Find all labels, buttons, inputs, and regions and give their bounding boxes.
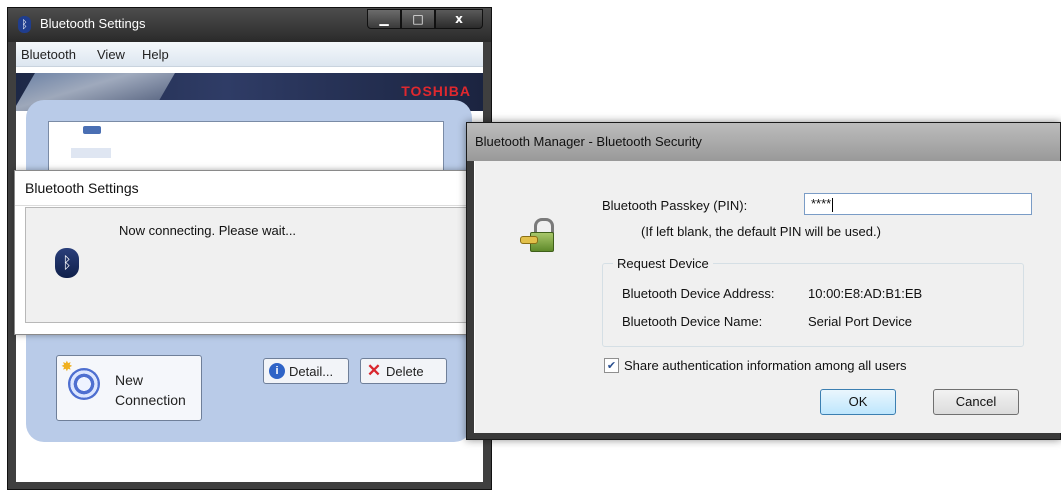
cancel-button[interactable]: Cancel xyxy=(933,389,1019,415)
new-connection-button[interactable]: ✸ New Connection xyxy=(56,355,202,421)
lock-key-icon xyxy=(520,218,556,252)
connecting-message: Now connecting. Please wait... xyxy=(119,223,297,238)
detail-button[interactable]: i Detail... xyxy=(263,358,349,384)
menu-bar: Bluetooth View Help xyxy=(16,42,483,67)
share-auth-checkbox[interactable]: ✔ xyxy=(604,358,619,373)
delete-label: Delete xyxy=(386,364,424,379)
bluetooth-app-icon: ᛒ xyxy=(18,16,31,33)
request-device-title: Request Device xyxy=(613,256,713,271)
title-bar[interactable]: ᛒ Bluetooth Settings ▁ □ x xyxy=(8,8,491,42)
device-icon[interactable] xyxy=(83,126,101,134)
connecting-dialog-title: Bluetooth Settings xyxy=(25,180,139,196)
minimize-button[interactable]: ▁ xyxy=(367,9,401,29)
device-name-value: Serial Port Device xyxy=(808,314,913,329)
connecting-dialog: Bluetooth Settings ᛒ Now connecting. Ple… xyxy=(14,170,489,335)
share-auth-label[interactable]: Share authentication information among a… xyxy=(624,358,907,373)
passkey-input[interactable]: **** xyxy=(804,193,1032,215)
menu-help[interactable]: Help xyxy=(142,47,169,62)
toshiba-logo: TOSHIBA xyxy=(401,83,471,99)
connecting-dialog-title-bar[interactable]: Bluetooth Settings xyxy=(15,171,488,206)
close-button[interactable]: x xyxy=(435,9,483,29)
detail-label: Detail... xyxy=(289,364,334,379)
device-label xyxy=(71,148,111,158)
device-name-label: Bluetooth Device Name: xyxy=(622,314,763,329)
passkey-hint: (If left blank, the default PIN will be … xyxy=(641,224,881,239)
window-title: Bluetooth Settings xyxy=(40,16,146,31)
menu-view[interactable]: View xyxy=(97,47,125,62)
new-connection-label: New Connection xyxy=(115,372,186,408)
delete-x-icon: ✕ xyxy=(366,361,382,380)
security-dialog-title: Bluetooth Manager - Bluetooth Security xyxy=(475,134,702,149)
sparkle-icon: ✸ xyxy=(61,359,73,375)
ok-button[interactable]: OK xyxy=(820,389,896,415)
request-device-group: Request Device xyxy=(602,256,1024,347)
maximize-button[interactable]: □ xyxy=(401,9,435,29)
delete-button[interactable]: ✕ Delete xyxy=(360,358,447,384)
caption-buttons: ▁ □ x xyxy=(367,9,483,31)
device-address-value: 10:00:E8:AD:B1:EB xyxy=(808,286,923,301)
device-address-label: Bluetooth Device Address: xyxy=(622,286,775,301)
bluetooth-icon: ᛒ xyxy=(55,248,79,278)
connecting-dialog-body: ᛒ Now connecting. Please wait... xyxy=(25,207,480,323)
key-shape xyxy=(520,236,538,244)
passkey-label: Bluetooth Passkey (PIN): xyxy=(602,198,748,213)
security-dialog-body: Bluetooth Passkey (PIN): **** (If left b… xyxy=(474,161,1061,433)
bluetooth-security-dialog: Bluetooth Manager - Bluetooth Security B… xyxy=(466,122,1061,440)
menu-bluetooth[interactable]: Bluetooth xyxy=(21,47,76,62)
info-icon: i xyxy=(269,363,285,379)
security-dialog-title-bar[interactable]: Bluetooth Manager - Bluetooth Security xyxy=(467,123,1060,161)
